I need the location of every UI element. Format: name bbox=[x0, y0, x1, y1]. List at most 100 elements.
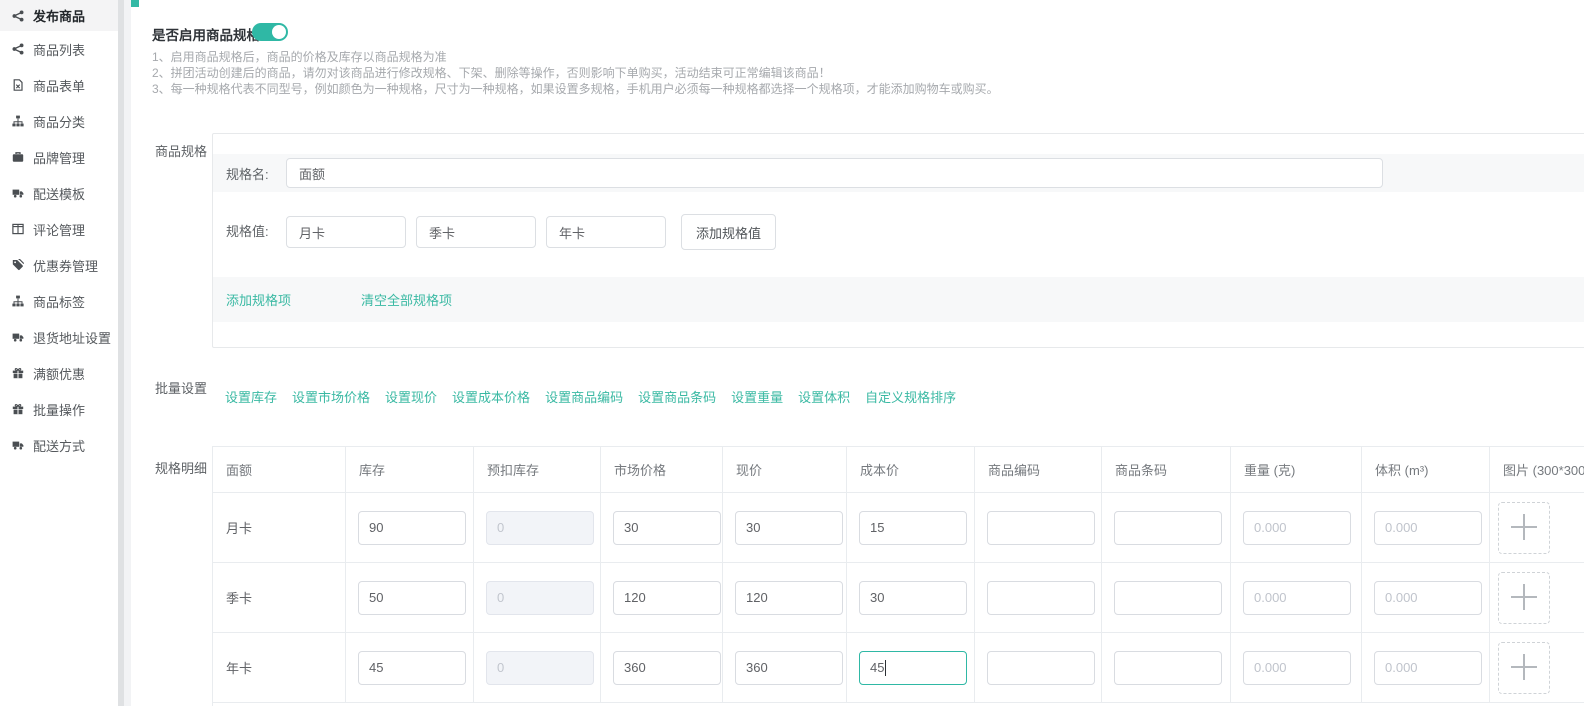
volume-input[interactable] bbox=[1374, 511, 1482, 545]
barcode-input[interactable] bbox=[1114, 581, 1222, 615]
sidebar-item-label: 品牌管理 bbox=[33, 148, 85, 167]
sidebar-item-商品列表[interactable]: 商品列表 bbox=[0, 31, 118, 67]
spec-toggle[interactable] bbox=[252, 23, 288, 41]
sidebar-item-配送方式[interactable]: 配送方式 bbox=[0, 427, 118, 463]
image-upload-box[interactable] bbox=[1498, 502, 1550, 554]
sidebar-gutter[interactable] bbox=[118, 0, 131, 706]
barcode-input[interactable] bbox=[1114, 651, 1222, 685]
note-line: 2、拼团活动创建后的商品，请勿对该商品进行修改规格、下架、删除等操作，否则影响下… bbox=[152, 65, 999, 81]
current-price-input[interactable] bbox=[735, 511, 843, 545]
volume-input[interactable] bbox=[1374, 581, 1482, 615]
table-row-月卡: 月卡 bbox=[213, 493, 1584, 563]
batch-link-设置库存[interactable]: 设置库存 bbox=[225, 387, 277, 406]
column-header: 商品编码 bbox=[975, 447, 1102, 492]
reserved-stock-input bbox=[486, 651, 594, 685]
tab-indicator bbox=[131, 0, 139, 7]
image-upload-box[interactable] bbox=[1498, 642, 1550, 694]
batch-link-设置成本价格[interactable]: 设置成本价格 bbox=[452, 387, 530, 406]
sidebar-item-label: 商品分类 bbox=[33, 112, 85, 131]
current-price-input[interactable] bbox=[735, 581, 843, 615]
add-spec-item-link[interactable]: 添加规格项 bbox=[226, 290, 291, 309]
stock-input[interactable] bbox=[358, 651, 466, 685]
batch-link-设置体积[interactable]: 设置体积 bbox=[798, 387, 850, 406]
truck-icon bbox=[12, 331, 26, 343]
table-row-年卡: 年卡 bbox=[213, 633, 1584, 703]
column-header: 图片 (300*300) bbox=[1490, 447, 1584, 492]
sidebar-item-label: 商品表单 bbox=[33, 76, 85, 95]
sidebar-item-label: 商品标签 bbox=[33, 292, 85, 311]
column-header: 预扣库存 bbox=[474, 447, 601, 492]
spec-name-row: 规格名: bbox=[213, 154, 1584, 192]
column-header: 成本价 bbox=[847, 447, 975, 492]
sidebar-item-配送模板[interactable]: 配送模板 bbox=[0, 175, 118, 211]
file-icon bbox=[12, 79, 26, 91]
weight-input[interactable] bbox=[1243, 651, 1351, 685]
batch-link-设置商品条码[interactable]: 设置商品条码 bbox=[638, 387, 716, 406]
column-header: 库存 bbox=[346, 447, 474, 492]
columns-icon bbox=[12, 223, 26, 235]
column-header: 体积 (m³) bbox=[1362, 447, 1490, 492]
table-row-季卡: 季卡 bbox=[213, 563, 1584, 633]
detail-section-label: 规格明细 bbox=[155, 458, 207, 477]
batch-section-label: 批量设置 bbox=[155, 378, 207, 397]
barcode-input[interactable] bbox=[1114, 511, 1222, 545]
market-price-input[interactable] bbox=[613, 651, 721, 685]
spec-value-input[interactable] bbox=[416, 216, 536, 248]
spec-section-label: 商品规格 bbox=[155, 141, 207, 160]
cost-price-input[interactable] bbox=[859, 511, 967, 545]
spec-value-input[interactable] bbox=[546, 216, 666, 248]
sidebar-item-label: 配送模板 bbox=[33, 184, 85, 203]
sidebar-item-发布商品[interactable]: 发布商品 bbox=[0, 0, 118, 31]
batch-link-设置商品编码[interactable]: 设置商品编码 bbox=[545, 387, 623, 406]
column-header: 面额 bbox=[213, 447, 346, 492]
sidebar-item-退货地址设置[interactable]: 退货地址设置 bbox=[0, 319, 118, 355]
stock-input[interactable] bbox=[358, 581, 466, 615]
sidebar-item-批量操作[interactable]: 批量操作 bbox=[0, 391, 118, 427]
market-price-input[interactable] bbox=[613, 511, 721, 545]
batch-link-设置现价[interactable]: 设置现价 bbox=[385, 387, 437, 406]
column-header: 商品条码 bbox=[1102, 447, 1231, 492]
spec-value-input[interactable] bbox=[286, 216, 406, 248]
weight-input[interactable] bbox=[1243, 581, 1351, 615]
sidebar-item-评论管理[interactable]: 评论管理 bbox=[0, 211, 118, 247]
sidebar-item-品牌管理[interactable]: 品牌管理 bbox=[0, 139, 118, 175]
add-spec-value-button[interactable]: 添加规格值 bbox=[681, 214, 776, 250]
stock-input[interactable] bbox=[358, 511, 466, 545]
clear-all-spec-link[interactable]: 清空全部规格项 bbox=[361, 290, 452, 309]
truck-icon bbox=[12, 187, 26, 199]
batch-link-自定义规格排序[interactable]: 自定义规格排序 bbox=[865, 387, 956, 406]
sidebar-item-label: 优惠券管理 bbox=[33, 256, 98, 275]
market-price-input[interactable] bbox=[613, 581, 721, 615]
spec-detail-table: 面额库存预扣库存市场价格现价成本价商品编码商品条码重量 (克)体积 (m³)图片… bbox=[212, 446, 1584, 706]
gift-icon bbox=[12, 367, 26, 379]
spec-name-input[interactable] bbox=[286, 158, 1383, 188]
image-upload-box[interactable] bbox=[1498, 572, 1550, 624]
batch-link-设置重量[interactable]: 设置重量 bbox=[731, 387, 783, 406]
product-code-input[interactable] bbox=[987, 581, 1095, 615]
gift-icon bbox=[12, 403, 26, 415]
spec-values-row: 规格值: 添加规格值 bbox=[213, 212, 1584, 248]
product-code-input[interactable] bbox=[987, 651, 1095, 685]
cost-price-input[interactable] bbox=[859, 651, 967, 685]
note-line: 3、每一种规格代表不同型号，例如颜色为一种规格，尺寸为一种规格，如果设置多规格，… bbox=[152, 81, 999, 97]
sidebar-item-优惠券管理[interactable]: 优惠券管理 bbox=[0, 247, 118, 283]
spec-row-name: 季卡 bbox=[213, 563, 346, 632]
sidebar-item-满额优惠[interactable]: 满额优惠 bbox=[0, 355, 118, 391]
batch-link-设置市场价格[interactable]: 设置市场价格 bbox=[292, 387, 370, 406]
current-price-input[interactable] bbox=[735, 651, 843, 685]
volume-input[interactable] bbox=[1374, 651, 1482, 685]
sidebar-item-商品表单[interactable]: 商品表单 bbox=[0, 67, 118, 103]
table-header-row: 面额库存预扣库存市场价格现价成本价商品编码商品条码重量 (克)体积 (m³)图片… bbox=[213, 447, 1584, 493]
sidebar-item-label: 评论管理 bbox=[33, 220, 85, 239]
weight-input[interactable] bbox=[1243, 511, 1351, 545]
sidebar: 发布商品商品列表商品表单商品分类品牌管理配送模板评论管理优惠券管理商品标签退货地… bbox=[0, 0, 118, 706]
sidebar-item-商品分类[interactable]: 商品分类 bbox=[0, 103, 118, 139]
sidebar-item-商品标签[interactable]: 商品标签 bbox=[0, 283, 118, 319]
cost-price-input[interactable] bbox=[859, 581, 967, 615]
main-content: 是否启用商品规格: 1、启用商品规格后，商品的价格及库存以商品规格为准2、拼团活… bbox=[131, 0, 1584, 706]
column-header: 现价 bbox=[723, 447, 847, 492]
toggle-knob bbox=[272, 25, 286, 39]
sitemap-icon bbox=[12, 115, 26, 127]
spec-row-name: 年卡 bbox=[213, 633, 346, 702]
product-code-input[interactable] bbox=[987, 511, 1095, 545]
